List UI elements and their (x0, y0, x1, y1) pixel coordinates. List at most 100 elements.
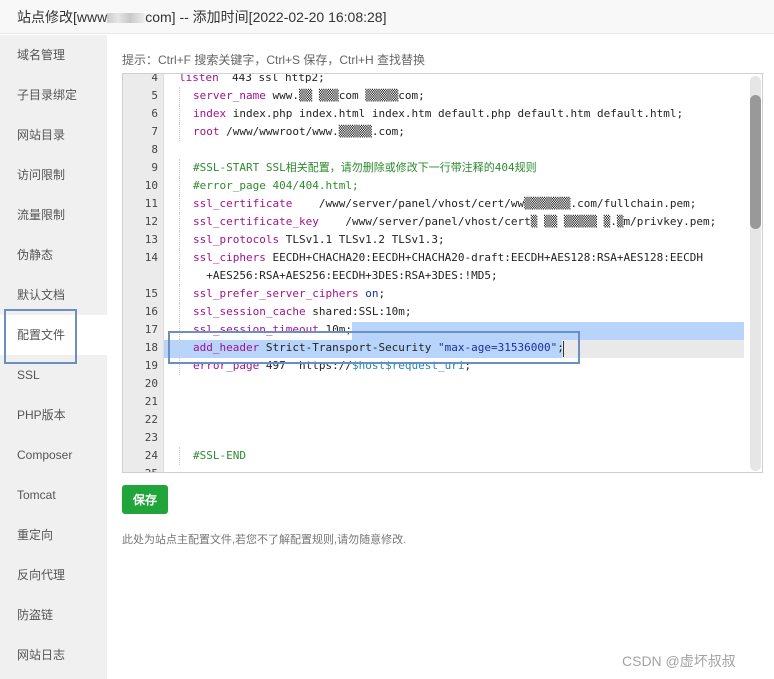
code-token: 497 https:// (259, 359, 352, 372)
sidebar-item[interactable]: 流量限制 (0, 195, 107, 235)
sidebar-item[interactable]: 默认文档 (0, 275, 107, 315)
code-token: error_page (193, 359, 260, 372)
code-text: #SSL-START SSL相关配置，请勿删除或修改下一行带注释的404规则 (193, 159, 537, 177)
line-number: 9 (151, 161, 158, 174)
editor-scrollbar[interactable] (750, 76, 761, 471)
sidebar-item[interactable]: 域名管理 (0, 35, 107, 75)
code-token: ssl_certificate (193, 197, 293, 210)
dialog-titlebar: 站点修改[www com] -- 添加时间[2022-02-20 16:08:28… (0, 0, 774, 34)
code-token: index (193, 107, 227, 120)
code-token: /www/server/panel/vhost/cert/ww▒▒▒▒▒▒▒.c… (292, 197, 697, 210)
save-button[interactable]: 保存 (122, 485, 168, 514)
line-number: 19 (144, 359, 158, 372)
code-token: add_header (193, 341, 260, 354)
line-number: 12 (144, 215, 158, 228)
code-token: #SSL-END (193, 449, 246, 462)
code-line: 23 (123, 429, 743, 447)
code-line: 11 ssl_certificate /www/server/panel/vhos… (123, 195, 743, 213)
code-line: 22 (123, 411, 743, 429)
code-token: 10m; (318, 323, 352, 336)
sidebar-item[interactable]: 子目录绑定 (0, 75, 107, 115)
sidebar-item[interactable]: PHP版本 (0, 395, 107, 435)
indent-guide (179, 213, 180, 231)
code-editor[interactable]: 4 listen 443 ssl http2; 5 server_name www.▒… (122, 73, 763, 473)
code-token: #SSL-START SSL相关配置，请勿删除或修改下一行带注释的404规则 (193, 161, 537, 174)
line-number: 14 (144, 251, 158, 264)
code-line: 21 (123, 393, 743, 411)
line-number: 4 (151, 73, 158, 84)
dialog-title: 站点修改[www com] -- 添加时间[2022-02-20 16:08:28… (17, 9, 387, 25)
indent-guide (179, 267, 180, 285)
code-token: ssl_ciphers (193, 251, 266, 264)
code-token: on (365, 287, 379, 300)
sidebar-item[interactable]: 网站日志 (0, 635, 107, 675)
code-line: 17 ssl_session_timeout 10m; (123, 321, 743, 339)
code-line: 25 (123, 465, 743, 472)
line-number: 25 (123, 465, 158, 472)
code-text: ssl_ciphers EECDH+CHACHA20:EECDH+CHACHA2… (193, 249, 703, 267)
indent-guide (179, 159, 180, 177)
code-line: 4 listen 443 ssl http2; (123, 73, 743, 87)
indent-guide (179, 321, 180, 339)
scrollbar-thumb[interactable] (750, 95, 761, 229)
code-line: 16 ssl_session_cache shared:SSL:10m; (123, 303, 743, 321)
redacted-domain (107, 13, 146, 24)
code-text: #error_page 404/404.html; (193, 177, 359, 195)
sidebar-item[interactable]: 防盗链 (0, 595, 107, 635)
code-line: 9 #SSL-START SSL相关配置，请勿删除或修改下一行带注释的404规则 (123, 159, 743, 177)
sidebar-item[interactable]: Composer (0, 435, 107, 475)
sidebar-item[interactable]: 访问限制 (0, 155, 107, 195)
code-token: "max-age=31536000" (438, 341, 558, 354)
code-token: Strict-Transport-Security (259, 341, 439, 354)
line-number: 10 (144, 179, 158, 192)
code-token: server_name (193, 89, 266, 102)
code-token: index.php index.html index.htm default.p… (226, 107, 684, 120)
line-number: 17 (144, 323, 158, 336)
code-token: ; (464, 359, 472, 372)
code-line: 8 (123, 141, 743, 159)
line-number: 8 (151, 143, 158, 156)
sidebar-item[interactable]: 伪静态 (0, 235, 107, 275)
indent-guide (179, 105, 180, 123)
code-token: $host$request_uri (351, 359, 465, 372)
line-number: 11 (144, 197, 158, 210)
code-token: #error_page 404/404.html; (193, 179, 359, 192)
code-token: EECDH+CHACHA20:EECDH+CHACHA20-draft:EECD… (265, 251, 703, 264)
code-text: add_header Strict-Transport-Security "ma… (193, 339, 564, 357)
code-token: /www/server/panel/vhost/cert▒ ▒▒ ▒▒▒▒▒ ▒… (318, 215, 717, 228)
line-number: 21 (144, 395, 158, 408)
line-number: 24 (144, 449, 158, 462)
code-token: +AES256:RSA+AES256:EECDH+3DES:RSA+3DES:!… (193, 269, 498, 282)
sidebar-item[interactable]: 反向代理 (0, 555, 107, 595)
config-warning-note: 此处为站点主配置文件,若您不了解配置规则,请勿随意修改. (122, 534, 407, 546)
code-line: 12 ssl_certificate_key /www/server/panel/… (123, 213, 743, 231)
sidebar: 域名管理 子目录绑定 网站目录 访问限制 流量限制 伪静态 默认文档 配置文件 SSL PHP版本… (0, 35, 107, 679)
sidebar-item[interactable]: SSL (0, 355, 107, 395)
code-token: ssl_protocols (193, 233, 280, 246)
indent-guide (179, 195, 180, 213)
indent-guide (179, 177, 180, 195)
code-text: ssl_certificate_key /www/server/panel/vh… (193, 213, 716, 231)
code-text: +AES256:RSA+AES256:EECDH+3DES:RSA+3DES:!… (193, 267, 498, 285)
code-token: ssl_certificate_key (193, 215, 319, 228)
code-text: error_page 497 https://$host$request_uri… (193, 357, 471, 375)
code-line: 24 #SSL-END (123, 447, 743, 465)
code-text: listen 443 ssl http2; (179, 73, 325, 87)
line-number: 5 (151, 89, 158, 102)
indent-guide (179, 285, 180, 303)
line-number: 16 (144, 305, 158, 318)
code-text: #SSL-END (193, 447, 246, 465)
indent-guide (179, 447, 180, 465)
code-line: 20 (123, 375, 743, 393)
code-token: listen (179, 73, 219, 84)
code-token: /www/wwwroot/www.▒▒▒▒▒.com; (219, 125, 405, 138)
code-line: 10 #error_page 404/404.html; (123, 177, 743, 195)
line-number: 6 (151, 107, 158, 120)
sidebar-item[interactable]: 配置文件 (0, 315, 107, 355)
line-number: 23 (144, 431, 158, 444)
sidebar-item[interactable]: 重定向 (0, 515, 107, 555)
indent-guide (179, 357, 180, 375)
line-number: 15 (144, 287, 158, 300)
sidebar-item[interactable]: 网站目录 (0, 115, 107, 155)
sidebar-item[interactable]: Tomcat (0, 475, 107, 515)
